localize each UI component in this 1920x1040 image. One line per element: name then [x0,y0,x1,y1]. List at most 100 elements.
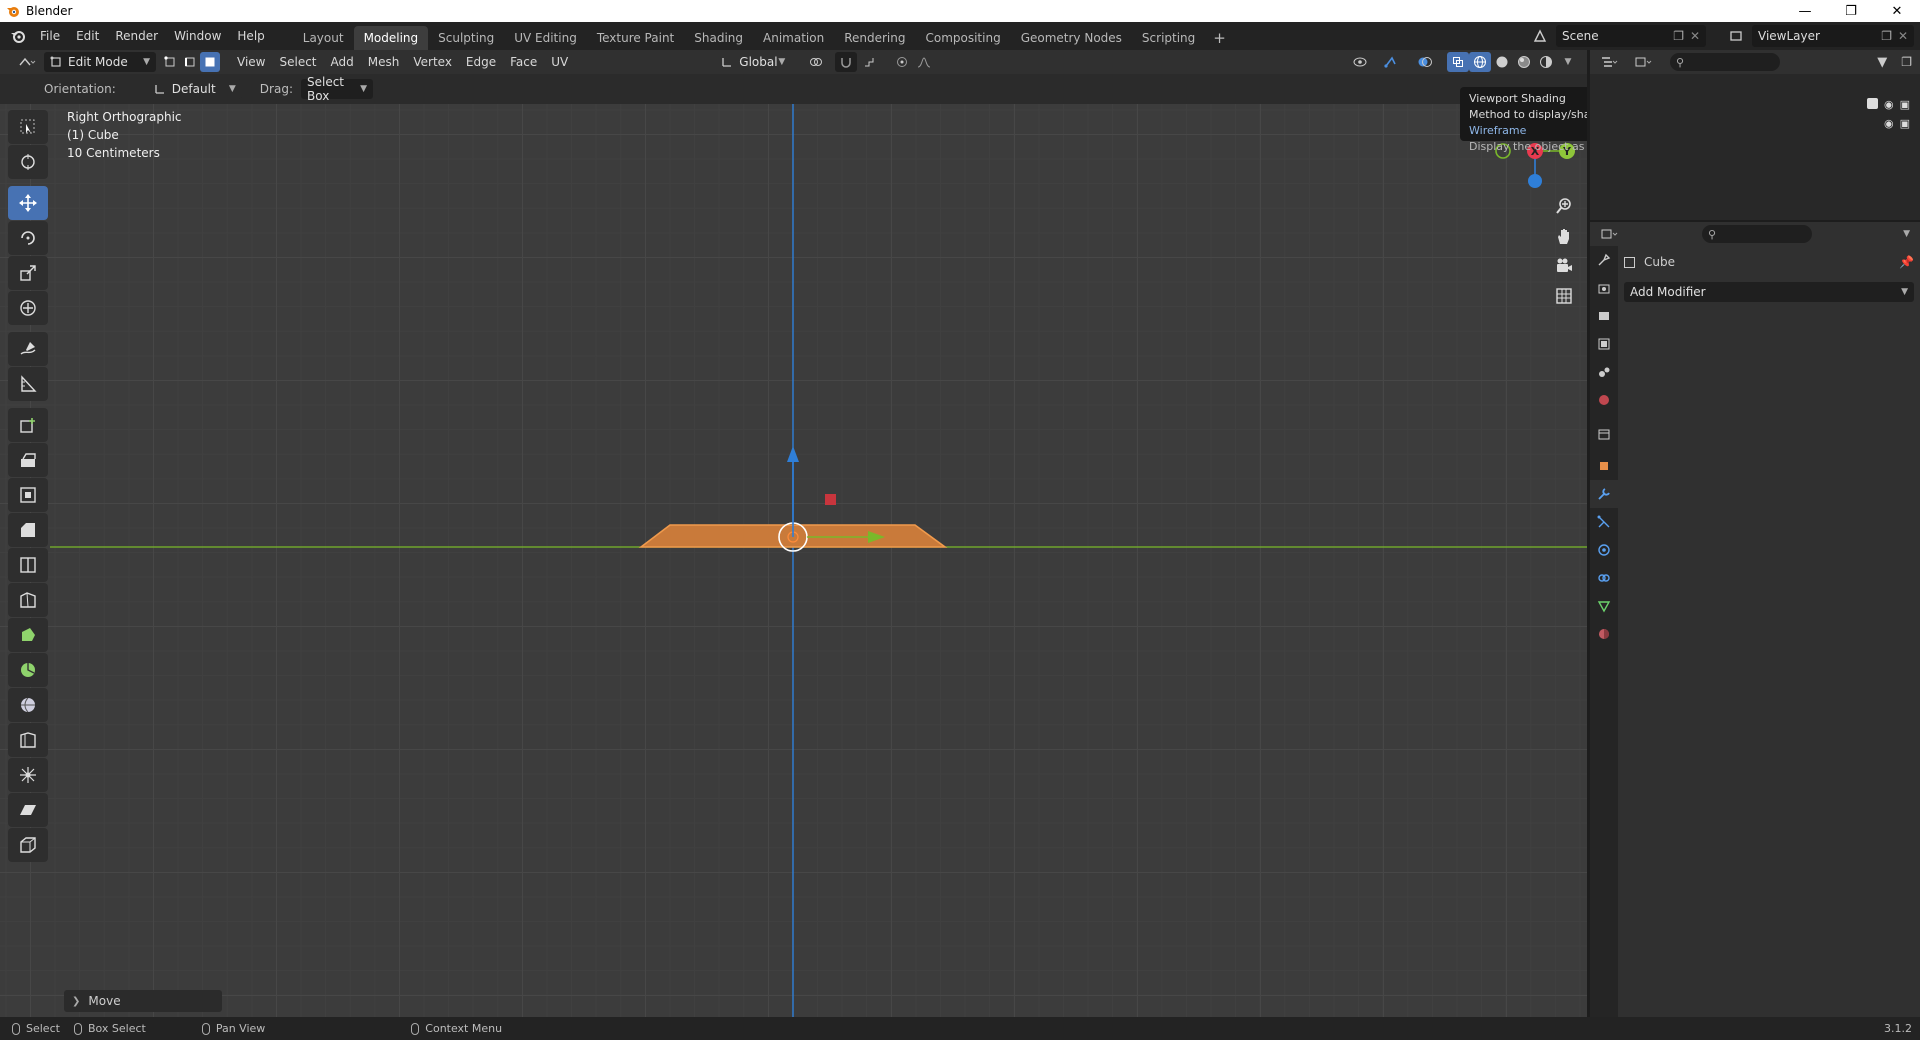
poly-build-tool[interactable] [8,618,48,652]
show-gizmo-icon[interactable] [1375,52,1409,72]
filter-icon[interactable]: ▼ [1877,55,1887,70]
output-properties-tab[interactable] [1590,302,1618,330]
close-window-button[interactable]: ✕ [1874,0,1920,22]
restore-button[interactable]: ❐ [1828,0,1874,22]
checkbox-icon[interactable] [1866,98,1878,109]
new-scene-icon[interactable]: ❐ [1673,29,1684,43]
shading-options-icon[interactable]: ▼ [1557,52,1579,72]
rip-region-tool[interactable] [8,828,48,862]
particles-properties-tab[interactable] [1590,508,1618,536]
editor-type-icon[interactable] [10,52,44,72]
tab-sculpting[interactable]: Sculpting [428,26,504,50]
camera-view-icon[interactable] [1552,254,1576,278]
tab-texture-paint[interactable]: Texture Paint [587,26,684,50]
menu-help[interactable]: Help [229,25,272,47]
new-view-layer-icon[interactable]: ❐ [1881,29,1892,43]
extrude-region-tool[interactable] [8,443,48,477]
material-properties-tab[interactable] [1590,620,1618,648]
menu-add[interactable]: Add [324,55,361,69]
annotate-tool[interactable] [8,332,48,366]
display-mode-icon[interactable] [1634,55,1664,69]
tab-shading[interactable]: Shading [684,26,753,50]
proportional-edit-icon[interactable] [891,52,913,72]
snap-target-icon[interactable] [857,52,885,72]
scale-tool[interactable] [8,256,48,290]
rendered-shading-icon[interactable] [1535,52,1557,72]
bevel-tool[interactable] [8,513,48,547]
select-box-tool[interactable] [8,110,48,144]
transform-tool[interactable] [8,291,48,325]
pan-hand-icon[interactable] [1552,224,1576,248]
edge-select-icon[interactable] [180,52,200,72]
delete-view-layer-icon[interactable]: ✕ [1898,29,1908,43]
proportional-falloff-icon[interactable] [913,52,935,72]
collection-properties-tab[interactable] [1590,420,1618,448]
delete-scene-icon[interactable]: ✕ [1690,29,1700,43]
smooth-tool[interactable] [8,688,48,722]
edge-slide-tool[interactable] [8,723,48,757]
vertex-select-icon[interactable] [160,52,180,72]
spin-tool[interactable] [8,653,48,687]
tab-rendering[interactable]: Rendering [834,26,915,50]
scene-type-icon[interactable] [1526,26,1554,46]
material-preview-icon[interactable] [1513,52,1535,72]
view-layer-selector[interactable]: ViewLayer ❐ ✕ [1752,25,1914,47]
tab-scripting[interactable]: Scripting [1132,26,1205,50]
move-tool[interactable] [8,186,48,220]
tab-uv-editing[interactable]: UV Editing [504,26,587,50]
loop-cut-tool[interactable] [8,548,48,582]
orientation-setting-dropdown[interactable]: Default ▼ [147,79,242,99]
menu-file[interactable]: File [32,25,68,47]
solid-shading-icon[interactable] [1491,52,1513,72]
physics-properties-tab[interactable] [1590,536,1618,564]
scene-selector[interactable]: Scene ❐ ✕ [1556,25,1706,47]
add-workspace-icon[interactable]: + [1205,26,1234,50]
pin-icon[interactable]: 📌 [1899,255,1914,269]
tab-compositing[interactable]: Compositing [915,26,1010,50]
outliner-row-object[interactable]: ◉ ▣ [1884,117,1910,130]
outliner-editor-icon[interactable] [1600,55,1630,69]
xray-toggle-icon[interactable] [1447,52,1469,72]
new-collection-icon[interactable]: ❐ [1901,55,1912,69]
menu-mesh[interactable]: Mesh [361,55,407,69]
shear-tool[interactable] [8,793,48,827]
outliner-row-collection[interactable]: ◉ ▣ [1866,98,1910,111]
measure-tool[interactable] [8,367,48,401]
scene-properties-tab[interactable] [1590,358,1618,386]
rotate-tool[interactable] [8,221,48,255]
add-cube-tool[interactable] [8,408,48,442]
eye-icon[interactable]: ◉ [1884,98,1894,111]
pivot-point-icon[interactable] [803,52,831,72]
world-properties-tab[interactable] [1590,386,1618,414]
menu-face[interactable]: Face [503,55,544,69]
properties-editor-icon[interactable] [1600,227,1630,241]
viewport-3d[interactable] [0,104,1587,1017]
constraints-properties-tab[interactable] [1590,564,1618,592]
data-properties-tab[interactable] [1590,592,1618,620]
menu-uv[interactable]: UV [544,55,575,69]
object-visibility-icon[interactable] [1347,52,1375,72]
show-overlays-icon[interactable] [1409,52,1443,72]
mode-dropdown[interactable]: Edit Mode ▼ [44,52,156,72]
camera-icon[interactable]: ▣ [1900,98,1910,111]
tab-layout[interactable]: Layout [293,26,354,50]
add-modifier-dropdown[interactable]: Add Modifier ▼ [1624,282,1914,302]
menu-render[interactable]: Render [107,25,166,47]
camera-icon[interactable]: ▣ [1900,117,1910,130]
ortho-grid-icon[interactable] [1552,284,1576,308]
shrink-fatten-tool[interactable] [8,758,48,792]
face-select-icon[interactable] [200,52,220,72]
view-layer-properties-tab[interactable] [1590,330,1618,358]
minimize-button[interactable]: — [1782,0,1828,22]
menu-vertex[interactable]: Vertex [406,55,459,69]
drag-setting-dropdown[interactable]: Select Box ▼ [300,75,373,103]
tab-animation[interactable]: Animation [753,26,834,50]
outliner-search[interactable]: ⚲ [1670,53,1780,71]
view-layer-icon[interactable] [1722,26,1750,46]
wireframe-shading-icon[interactable] [1469,52,1491,72]
last-operator-panel[interactable]: ❯ Move [64,990,222,1012]
tab-modeling[interactable]: Modeling [353,26,429,50]
render-properties-tab[interactable] [1590,274,1618,302]
snap-toggle-icon[interactable] [835,52,858,72]
transform-orientation-dropdown[interactable]: Global ▼ [715,52,792,72]
